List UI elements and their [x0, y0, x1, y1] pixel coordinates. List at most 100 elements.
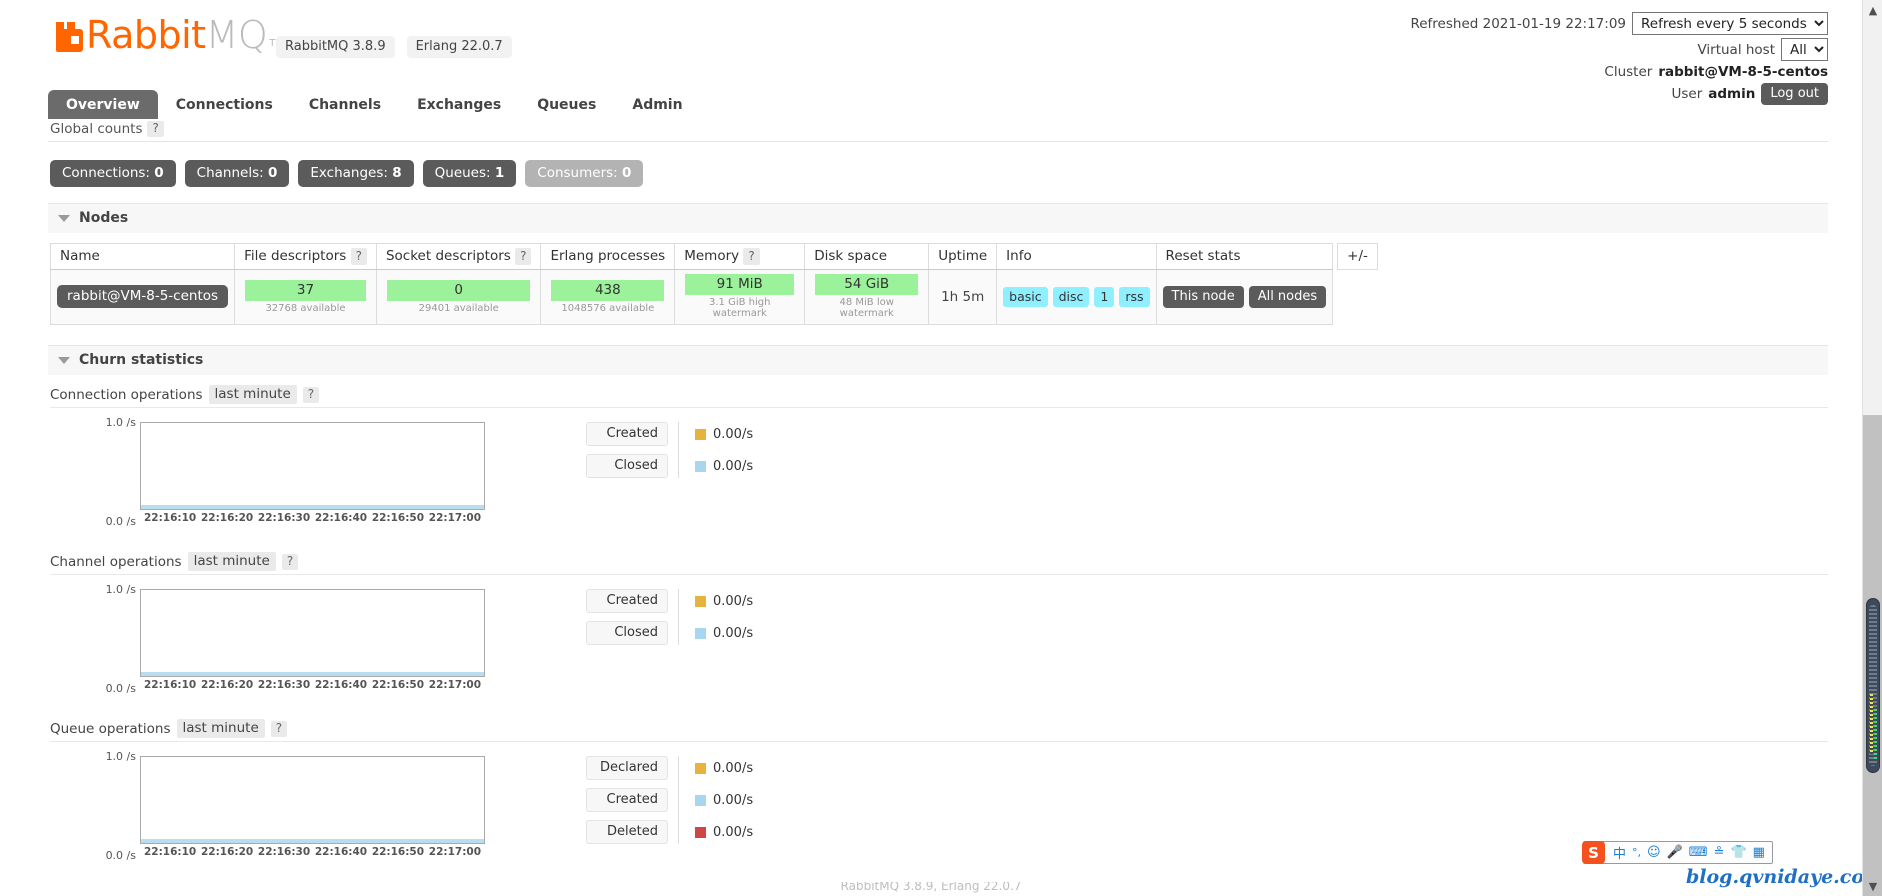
- scrollbar-thumb[interactable]: [1866, 598, 1880, 773]
- count-value-queues: 1: [494, 165, 505, 182]
- reset-this-node-button[interactable]: This node: [1162, 285, 1244, 308]
- tab-admin[interactable]: Admin: [614, 90, 700, 119]
- chart-range-selector[interactable]: last minute: [187, 552, 276, 572]
- rabbit-logo-icon: [56, 22, 83, 52]
- col-erlang-processes: Erlang processes: [540, 243, 676, 271]
- count-badge-channels[interactable]: Channels: 0: [184, 160, 290, 188]
- count-value-consumers: 0: [622, 165, 632, 182]
- scroll-down-arrow-icon[interactable]: ▼: [1863, 876, 1882, 896]
- y-axis-max-label: 1.0 /s: [105, 416, 136, 430]
- info-badge-cores[interactable]: 1: [1094, 286, 1115, 307]
- node-name-pill[interactable]: rabbit@VM-8-5-centos: [57, 285, 229, 309]
- sogou-ime-toolbar[interactable]: S 中 °, ☺ 🎤 ⌨ ≗ 👕 ▦: [1582, 841, 1773, 864]
- legend-swatch-declared: [695, 762, 706, 774]
- cluster-name: rabbit@VM-8-5-centos: [1658, 64, 1828, 80]
- info-badge-basic[interactable]: basic: [1003, 286, 1048, 307]
- rabbitmq-logo[interactable]: RabbitMQTM: [56, 16, 284, 54]
- sogou-logo-icon[interactable]: S: [1582, 841, 1605, 864]
- tab-exchanges[interactable]: Exchanges: [399, 90, 519, 119]
- chart-channel-operations: Channel operations last minute ? 1.0 /s …: [48, 542, 1828, 695]
- file-descriptors-sub: 32768 available: [265, 302, 346, 314]
- page-scrollbar[interactable]: ▲ ▼: [1862, 0, 1882, 896]
- legend-value-created: 0.00/s: [695, 589, 753, 613]
- chart-range-selector[interactable]: last minute: [208, 385, 297, 405]
- legend-toggle-closed[interactable]: Closed: [586, 621, 668, 646]
- chart-label: Channel operations: [50, 553, 182, 570]
- ime-chinese-mode-icon[interactable]: 中: [1610, 843, 1629, 862]
- ime-toolbox-icon[interactable]: ▦: [1750, 845, 1768, 860]
- legend-rate-declared: 0.00/s: [713, 760, 754, 776]
- chart-help-icon[interactable]: ?: [302, 386, 320, 403]
- nodes-section-header[interactable]: Nodes: [48, 203, 1828, 234]
- chart-title-queue-operations: Queue operations last minute ?: [50, 719, 1828, 743]
- legend-rate-closed: 0.00/s: [713, 458, 754, 474]
- vhost-select[interactable]: All: [1781, 38, 1828, 61]
- legend-value-closed: 0.00/s: [695, 621, 753, 645]
- col-uptime: Uptime: [928, 243, 998, 271]
- count-badge-connections[interactable]: Connections: 0: [50, 160, 176, 188]
- chart-plot-area-channel: 1.0 /s 0.0 /s 22:16:10 22:16:20 22:16:30…: [106, 583, 540, 695]
- x-tick: 22:16:50: [371, 846, 425, 859]
- table-row: rabbit@VM-8-5-centos 37 32768 available: [49, 269, 1334, 326]
- chart-plot-area-queue: 1.0 /s 0.0 /s 22:16:10 22:16:20 22:16:30…: [106, 750, 540, 862]
- tab-connections[interactable]: Connections: [158, 90, 291, 119]
- x-axis-ticks: 22:16:10 22:16:20 22:16:30 22:16:40 22:1…: [140, 846, 485, 858]
- chart-help-icon[interactable]: ?: [281, 553, 299, 570]
- x-tick: 22:17:00: [428, 679, 481, 692]
- ime-keyboard-icon[interactable]: ⌨: [1686, 845, 1711, 860]
- count-badge-consumers[interactable]: Consumers: 0: [525, 160, 644, 188]
- scroll-up-arrow-icon[interactable]: ▲: [1863, 0, 1882, 20]
- global-counts-help-icon[interactable]: ?: [147, 121, 164, 138]
- reset-all-nodes-button[interactable]: All nodes: [1248, 285, 1327, 308]
- plot-box: [140, 422, 485, 511]
- ime-emoji-icon[interactable]: ☺: [1644, 845, 1664, 860]
- file-descriptors-help-icon[interactable]: ?: [350, 248, 367, 266]
- y-axis-min-label: 0.0 /s: [105, 682, 136, 696]
- series-baseline: [141, 672, 484, 677]
- info-badge-rss[interactable]: rss: [1119, 286, 1150, 307]
- chart-label: Queue operations: [50, 720, 171, 737]
- churn-section-header[interactable]: Churn statistics: [48, 345, 1828, 376]
- cell-socket-descriptors: 0 29401 available: [375, 269, 542, 326]
- x-tick: 22:16:10: [144, 512, 197, 525]
- x-tick: 22:17:00: [428, 846, 481, 859]
- count-label-channels: Channels:: [196, 165, 264, 182]
- x-tick: 22:16:50: [371, 512, 425, 525]
- page-header: RabbitMQTM RabbitMQ 3.8.9 Erlang 22.0.7 …: [48, 0, 1828, 105]
- x-tick: 22:16:30: [257, 512, 311, 525]
- nodes-table-wrap: Name File descriptors ? Socket descripto…: [48, 233, 1828, 326]
- cell-disk-space: 54 GiB 48 MiB low watermark: [804, 269, 930, 326]
- tab-overview[interactable]: Overview: [48, 90, 158, 119]
- legend-toggle-created[interactable]: Created: [586, 589, 668, 614]
- legend-toggle-created[interactable]: Created: [586, 422, 668, 447]
- tab-channels[interactable]: Channels: [291, 90, 399, 119]
- ime-microphone-icon[interactable]: 🎤: [1664, 845, 1686, 860]
- count-label-consumers: Consumers:: [537, 165, 618, 182]
- disk-space-sub: 48 MiB low watermark: [839, 297, 894, 320]
- legend-toggle-deleted[interactable]: Deleted: [586, 820, 668, 845]
- count-badge-exchanges[interactable]: Exchanges: 8: [298, 160, 414, 188]
- chart-plot-area-connection: 1.0 /s 0.0 /s 22:16:10 22:16:20 22:16:30…: [106, 416, 540, 528]
- memory-help-icon[interactable]: ?: [743, 248, 760, 266]
- legend-toggle-declared[interactable]: Declared: [586, 756, 668, 781]
- ime-skin-icon[interactable]: 👕: [1727, 845, 1749, 860]
- x-tick: 22:16:30: [257, 846, 311, 859]
- info-badge-disc[interactable]: disc: [1052, 286, 1090, 307]
- cell-uptime: 1h 5m: [928, 269, 998, 326]
- refresh-interval-select[interactable]: Refresh every 5 seconds: [1632, 12, 1828, 35]
- legend-swatch-created: [695, 794, 706, 806]
- legend-toggle-created[interactable]: Created: [586, 788, 668, 813]
- chart-help-icon[interactable]: ?: [270, 720, 288, 737]
- y-axis-min-label: 0.0 /s: [105, 849, 136, 863]
- cell-reset-stats: This node All nodes: [1155, 269, 1334, 326]
- count-badge-queues[interactable]: Queues: 1: [422, 160, 517, 188]
- tab-queues[interactable]: Queues: [519, 90, 614, 119]
- ime-account-icon[interactable]: ≗: [1711, 845, 1728, 860]
- socket-descriptors-help-icon[interactable]: ?: [515, 248, 532, 266]
- erlang-processes-sub: 1048576 available: [561, 302, 655, 314]
- memory-value: 91 MiB: [685, 274, 795, 296]
- legend-toggle-closed[interactable]: Closed: [586, 454, 668, 479]
- ime-punctuation-icon[interactable]: °,: [1629, 846, 1644, 859]
- chart-range-selector[interactable]: last minute: [176, 719, 265, 739]
- toggle-columns-button[interactable]: +/-: [1337, 243, 1378, 271]
